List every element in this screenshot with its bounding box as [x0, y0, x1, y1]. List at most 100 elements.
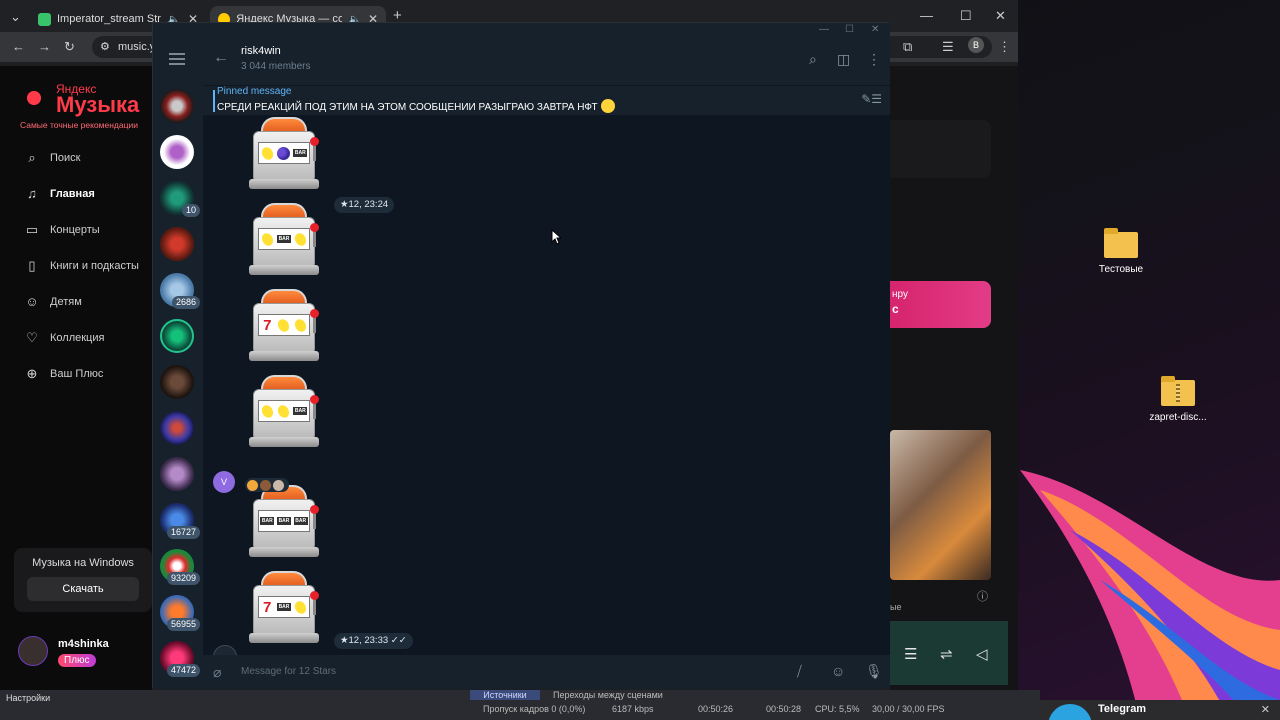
nav-home[interactable]: ♫ Главная	[24, 186, 95, 202]
stream-time: 00:50:26	[698, 704, 734, 714]
minimize-icon[interactable]: —	[920, 8, 933, 23]
reaction-icon	[260, 480, 271, 491]
message-list: BAR BAR ★12, 23:24 7 BAR BAR BAR BAR 7 BAR ★12, 23…	[203, 115, 890, 655]
hamburger-menu-icon[interactable]	[169, 53, 185, 65]
chat-avatar[interactable]: 56955	[160, 595, 200, 631]
slot-machine-message[interactable]: BAR	[249, 203, 323, 279]
promo-banner[interactable]: нру с	[890, 281, 991, 328]
desktop-folder-zapret[interactable]: zapret-disc...	[1133, 376, 1223, 423]
plus-badge: Плюс	[58, 654, 96, 667]
chat-avatar[interactable]	[160, 89, 194, 123]
more-vertical-icon[interactable]: ⋮	[867, 51, 881, 68]
slot-machine-message[interactable]: BAR BAR BAR	[249, 485, 323, 561]
bar-icon: BAR	[293, 149, 308, 157]
forward-arrow-icon[interactable]: →	[38, 39, 51, 54]
pin-list-icon[interactable]: ✎☰	[861, 92, 882, 106]
info-icon[interactable]: ⓘ	[977, 588, 988, 604]
chat-avatar[interactable]	[160, 319, 194, 353]
message-input[interactable]: Message for 12 Stars	[241, 666, 336, 677]
queue-list-icon[interactable]: ☰	[904, 645, 917, 663]
nav-books[interactable]: ▯ Книги и подкасты	[24, 258, 139, 274]
reading-list-icon[interactable]: ☰	[942, 39, 954, 55]
lever-knob-icon	[310, 223, 319, 232]
lemon-icon	[259, 144, 275, 162]
chat-avatar[interactable]: 47472	[160, 641, 200, 677]
bar-icon: BAR	[260, 517, 275, 525]
content-card[interactable]	[890, 120, 991, 178]
nav-collection[interactable]: ♡ Коллекция	[24, 330, 104, 346]
sender-avatar[interactable]: V	[213, 471, 235, 493]
chat-avatar[interactable]	[160, 227, 194, 261]
chat-avatar[interactable]	[160, 365, 194, 399]
slot-reels: BAR	[258, 400, 310, 422]
minimize-icon[interactable]: —	[819, 24, 829, 35]
nav-plus[interactable]: ⊕ Ваш Плюс	[24, 366, 104, 382]
kick-favicon-icon	[38, 12, 51, 26]
reaction-bubble[interactable]	[245, 478, 289, 492]
slot-machine-message[interactable]: 7 BAR	[249, 571, 323, 647]
desktop-folder-testovye[interactable]: Тестовые	[1076, 228, 1166, 275]
ticket-icon: ▭	[25, 222, 39, 237]
folder-icon	[1104, 228, 1138, 258]
extensions-icon[interactable]: ⧉	[903, 39, 912, 55]
sidebar-toggle-icon[interactable]: ◫	[837, 51, 850, 68]
slot-machine-message[interactable]: BAR	[249, 375, 323, 451]
close-icon[interactable]: ✕	[871, 24, 879, 35]
nav-search[interactable]: ⌕ Поиск	[24, 150, 80, 166]
profile-avatar[interactable]: B	[968, 37, 984, 53]
record-time: 00:50:28	[766, 704, 802, 714]
bar-icon: BAR	[293, 407, 308, 415]
bar-icon: BAR	[293, 517, 308, 525]
chat-avatar[interactable]: 2686	[160, 273, 200, 309]
user-profile[interactable]: m4shinka Плюс	[18, 636, 109, 667]
close-icon[interactable]: ✕	[1261, 703, 1270, 716]
tab-sources[interactable]: Источники	[470, 690, 540, 700]
slot-machine-message[interactable]: BAR	[249, 117, 323, 193]
back-arrow-icon[interactable]: ←	[12, 39, 25, 54]
equalizer-icon[interactable]: ⇌	[940, 645, 953, 663]
download-button[interactable]: Скачать	[27, 577, 139, 601]
chat-avatar[interactable]	[160, 135, 194, 169]
album-cover[interactable]	[890, 430, 991, 580]
reload-icon[interactable]: ↻	[64, 39, 75, 55]
lever-knob-icon	[310, 505, 319, 514]
avatar[interactable]	[213, 645, 237, 655]
maximize-icon[interactable]: ☐	[960, 8, 972, 24]
chat-title[interactable]: risk4win	[241, 45, 281, 57]
pinned-message-bar[interactable]: Pinned message СРЕДИ РЕАКЦИЙ ПОД ЭТИМ НА…	[203, 85, 890, 115]
plus-circle-icon: ⊕	[26, 366, 38, 381]
commands-slash-icon[interactable]: ⧸	[797, 663, 802, 680]
lemon-icon	[293, 598, 309, 616]
nav-concerts[interactable]: ▭ Концерты	[24, 222, 100, 238]
attach-paperclip-icon[interactable]: ⌀	[213, 664, 221, 681]
site-info-icon[interactable]: ⚙	[100, 36, 110, 58]
maximize-icon[interactable]: ☐	[845, 24, 854, 35]
lever-knob-icon	[310, 395, 319, 404]
close-window-icon[interactable]: ✕	[995, 8, 1006, 24]
avatar	[18, 636, 48, 666]
chat-avatar[interactable]	[160, 457, 194, 491]
chat-avatar[interactable]: 10	[160, 181, 200, 217]
slot-reels: 7	[258, 314, 310, 336]
cpu-readout: CPU: 5,5%	[815, 704, 860, 714]
tab-transitions[interactable]: Переходы между сценами	[553, 690, 663, 700]
message-timestamp: ★12, 23:33 ✓✓	[334, 633, 413, 649]
chat-avatar[interactable]: 93209	[160, 549, 200, 585]
heart-icon: ♡	[26, 330, 38, 345]
lemon-icon	[259, 402, 275, 420]
slot-machine-message[interactable]: 7	[249, 289, 323, 365]
search-icon[interactable]: ⌕	[809, 51, 817, 68]
bar-icon: BAR	[276, 235, 291, 243]
chat-avatar[interactable]	[160, 411, 194, 445]
slot-reels: 7 BAR	[258, 596, 310, 618]
back-arrow-icon[interactable]: ←	[213, 49, 229, 67]
emoji-smile-icon[interactable]: ☺	[831, 663, 845, 679]
browser-menu-icon[interactable]: ⋮	[998, 39, 1011, 55]
microphone-icon[interactable]: 🎙	[865, 663, 883, 680]
nav-kids[interactable]: ☺ Детям	[24, 294, 81, 310]
chat-avatar[interactable]: 16727	[160, 503, 200, 539]
telegram-notification[interactable]: Telegram ✕	[1040, 700, 1280, 720]
tab-search-icon[interactable]: ⌄	[10, 9, 21, 25]
volume-icon[interactable]: ◁	[976, 645, 988, 663]
obs-settings-label[interactable]: Настройки	[6, 693, 50, 703]
